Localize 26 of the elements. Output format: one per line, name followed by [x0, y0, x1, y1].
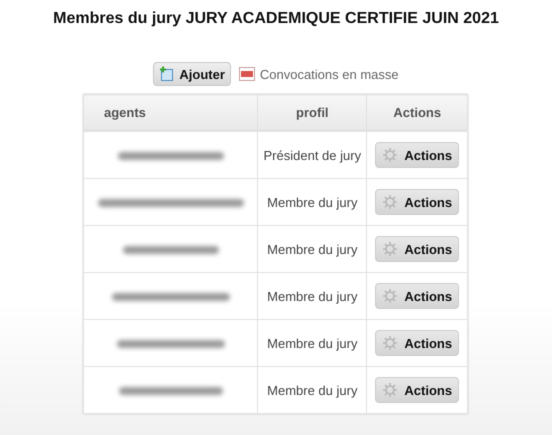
pdf-icon — [238, 67, 255, 81]
column-header: Actions — [366, 94, 468, 130]
bulk-convocations-link[interactable]: Convocations en masse — [238, 66, 399, 82]
actions-button[interactable]: Actions — [375, 142, 460, 168]
gear-icon — [382, 288, 398, 304]
table-cell: Président de jury — [258, 130, 367, 178]
page-title: Membres du jury JURY ACADEMIQUE CERTIFIE JUIN 2021 — [52, 9, 500, 29]
add-button[interactable]: Ajouter — [153, 62, 231, 86]
column-header: agents — [84, 94, 258, 130]
table-cell: Membre du jury — [258, 178, 367, 226]
add-document-icon — [159, 66, 176, 82]
table-cell: Membre du jury — [258, 226, 367, 272]
actions-button[interactable]: Actions — [375, 377, 460, 403]
table-cell: Membre du jury — [258, 320, 367, 366]
gear-icon — [382, 194, 398, 210]
actions-button[interactable]: Actions — [375, 189, 460, 215]
column-header: profil — [258, 94, 367, 130]
actions-button[interactable]: Actions — [375, 330, 460, 356]
gear-icon — [382, 147, 398, 163]
table-cell: Membre du jury — [258, 366, 367, 414]
gear-icon — [382, 335, 398, 351]
actions-button[interactable]: Actions — [375, 283, 460, 309]
gear-icon — [382, 241, 398, 257]
table-cell: Membre du jury — [258, 272, 367, 320]
actions-button[interactable]: Actions — [375, 236, 460, 262]
gear-icon — [382, 382, 398, 398]
